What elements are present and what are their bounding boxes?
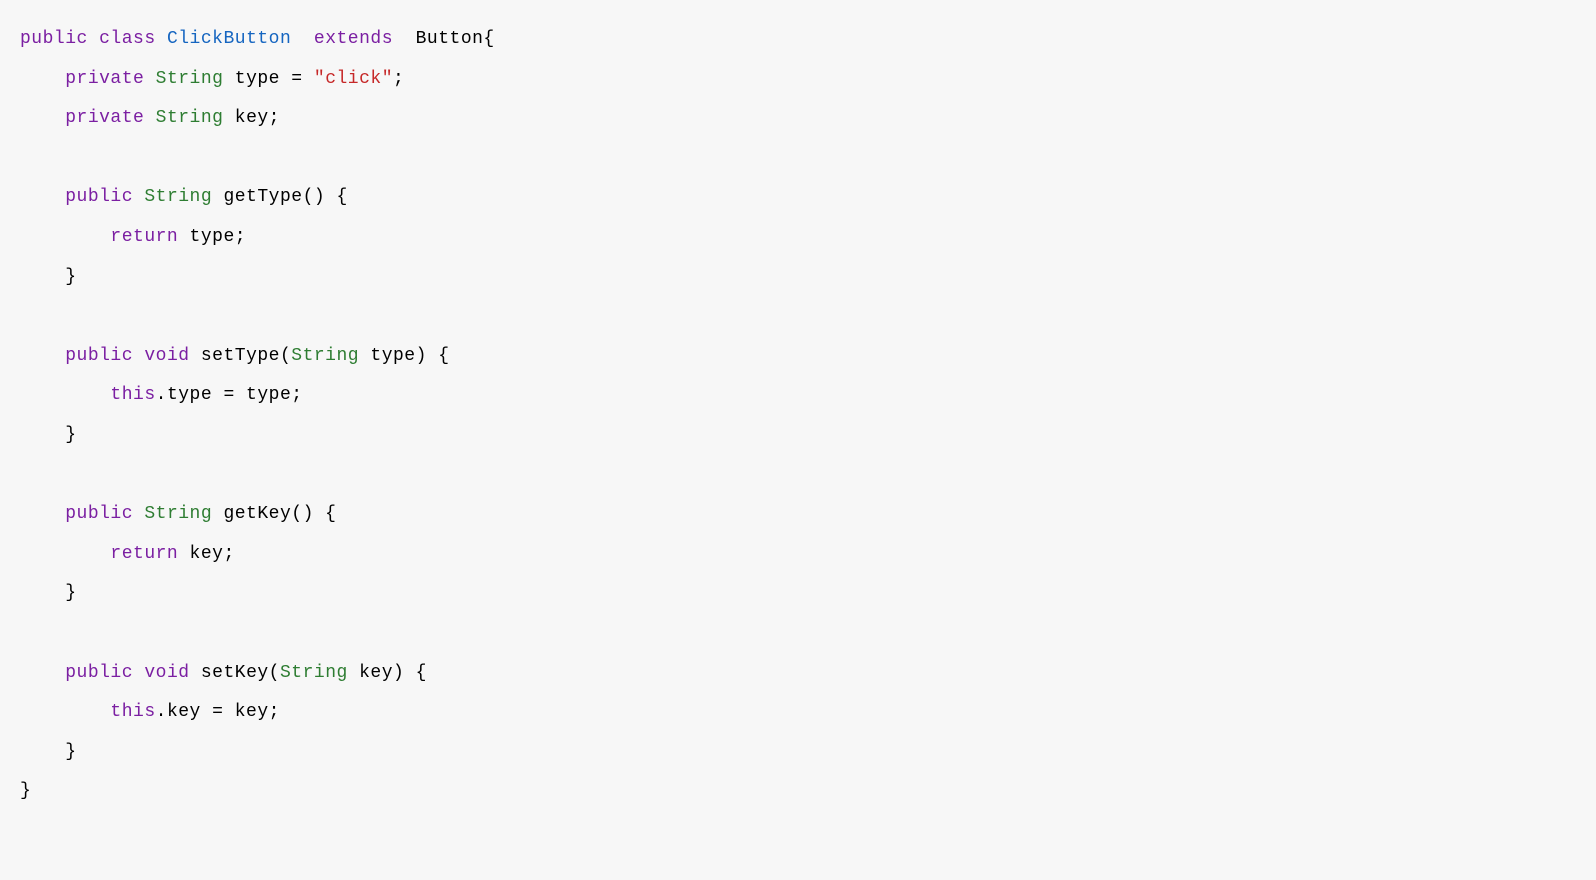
- code-token-keyword: void: [144, 663, 189, 683]
- code-token-keyword: private: [65, 108, 144, 128]
- code-token-keyword: return: [110, 227, 178, 247]
- code-token-type: String: [156, 108, 224, 128]
- code-block: public class ClickButton extends Button{…: [20, 20, 1576, 812]
- code-token-type: String: [280, 663, 348, 683]
- code-token-classname: ClickButton: [167, 29, 291, 49]
- code-token-keyword: class: [99, 29, 156, 49]
- code-token-keyword: public: [65, 346, 133, 366]
- code-token-keyword: extends: [314, 29, 393, 49]
- code-token-type: String: [144, 504, 212, 524]
- code-token-string: "click": [314, 69, 393, 89]
- code-token-keyword: public: [20, 29, 88, 49]
- code-token-keyword: void: [144, 346, 189, 366]
- code-token-keyword: public: [65, 187, 133, 207]
- code-token-keyword: private: [65, 69, 144, 89]
- code-token-keyword: this: [110, 702, 155, 722]
- code-token-type: String: [291, 346, 359, 366]
- code-token-type: String: [156, 69, 224, 89]
- code-token-keyword: return: [110, 544, 178, 564]
- code-token-type: String: [144, 187, 212, 207]
- code-token-keyword: public: [65, 504, 133, 524]
- code-token-keyword: public: [65, 663, 133, 683]
- code-token-keyword: this: [110, 385, 155, 405]
